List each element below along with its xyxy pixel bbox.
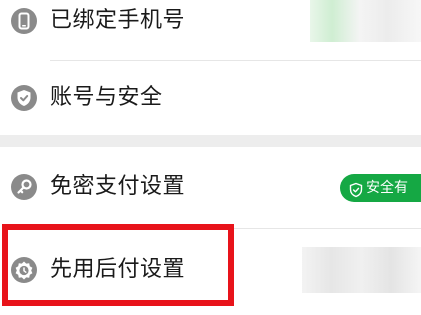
blurred-value bbox=[302, 247, 421, 293]
badge-label: 安全有 bbox=[366, 180, 408, 196]
phone-icon bbox=[11, 8, 37, 34]
settings-item-account-security[interactable]: 账号与安全 bbox=[0, 61, 421, 135]
security-badge: 安全有 bbox=[340, 174, 421, 202]
key-icon bbox=[11, 174, 37, 200]
pay-later-icon bbox=[11, 257, 37, 283]
settings-item-bound-phone[interactable]: 已绑定手机号 bbox=[0, 0, 421, 52]
settings-item-label: 账号与安全 bbox=[50, 85, 163, 110]
section-separator bbox=[0, 135, 421, 147]
settings-item-label: 免密支付设置 bbox=[50, 174, 186, 199]
settings-item-pay-later[interactable]: 先用后付设置 bbox=[0, 229, 421, 315]
settings-item-label: 先用后付设置 bbox=[50, 257, 186, 282]
settings-item-label: 已绑定手机号 bbox=[50, 8, 186, 33]
shield-check-icon bbox=[348, 180, 364, 198]
blurred-phone-value bbox=[310, 0, 421, 42]
shield-check-icon bbox=[11, 85, 37, 111]
